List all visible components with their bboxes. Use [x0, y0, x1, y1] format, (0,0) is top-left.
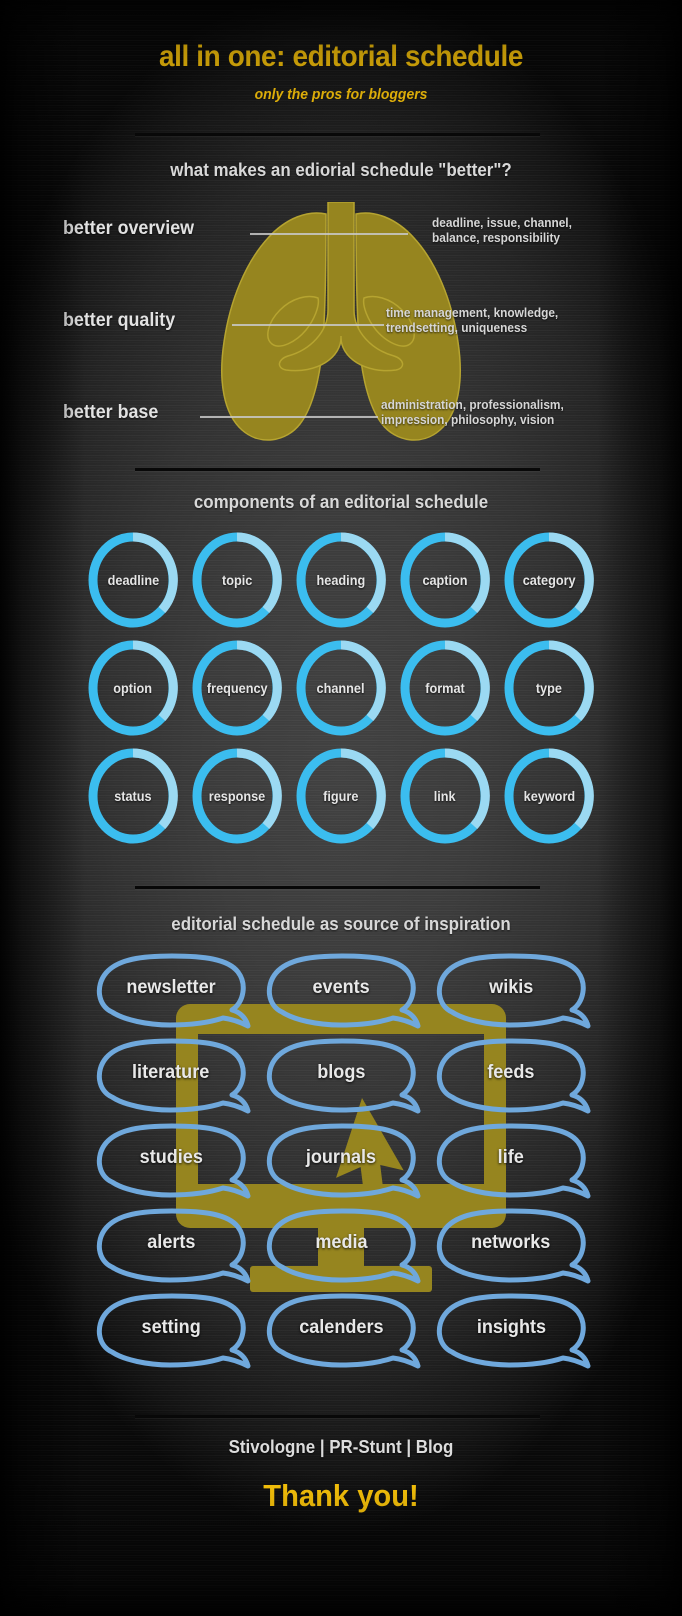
better-row-label-2: better base [63, 402, 159, 423]
ring-label: deadline [107, 572, 159, 588]
component-ring-figure[interactable]: figure [294, 746, 388, 846]
better-row-label-1: better quality [63, 310, 176, 331]
page-subtitle: only the pros for bloggers [254, 86, 428, 103]
ring-label: heading [316, 572, 366, 588]
inspiration-bubble-networks[interactable]: networks [430, 1203, 592, 1288]
section-heading-components: components of an editorial schedule [193, 492, 489, 512]
bubble-row: literature blogs feeds [0, 1033, 682, 1118]
component-ring-topic[interactable]: topic [190, 530, 284, 630]
inspiration-bubble-insights[interactable]: insights [430, 1288, 592, 1373]
component-ring-option[interactable]: option [86, 638, 180, 738]
ring-label: category [522, 572, 576, 588]
divider-footer [135, 1415, 540, 1418]
bubble-label: insights [476, 1316, 546, 1338]
component-ring-status[interactable]: status [86, 746, 180, 846]
inspiration-bubble-life[interactable]: life [430, 1118, 592, 1203]
bubble-row: studies journals life [0, 1118, 682, 1203]
ring-label: format [425, 680, 465, 696]
bubble-label: wikis [488, 976, 534, 998]
components-grid: deadline topic heading caption category [0, 530, 682, 854]
divider-top [135, 133, 540, 136]
ring-row: status response figure link keyword [0, 746, 682, 846]
component-ring-link[interactable]: link [398, 746, 492, 846]
page-title: all in one: editorial schedule [158, 40, 524, 73]
bubble-label: alerts [146, 1231, 196, 1253]
footer-thanks: Thank you! [263, 1478, 419, 1513]
infographic-page: all in one: editorial schedule only the … [0, 0, 682, 1616]
footer-links[interactable]: Stivologne | PR-Stunt | Blog [20, 1437, 661, 1458]
component-ring-frequency[interactable]: frequency [190, 638, 284, 738]
bubble-label: setting [141, 1316, 201, 1338]
lead-line-0 [250, 233, 408, 235]
component-ring-deadline[interactable]: deadline [86, 530, 180, 630]
bubble-label: literature [132, 1061, 210, 1083]
bubble-row: setting calenders insights [0, 1288, 682, 1373]
bubble-label: life [497, 1146, 525, 1168]
bubble-label: journals [305, 1146, 377, 1168]
inspiration-bubble-feeds[interactable]: feeds [430, 1033, 592, 1118]
lead-line-2 [200, 416, 378, 418]
inspiration-section: newsletter events wikis literature blogs… [0, 948, 682, 1388]
ring-label: topic [221, 572, 253, 588]
bubble-grid: newsletter events wikis literature blogs… [0, 948, 682, 1373]
bubble-row: newsletter events wikis [0, 948, 682, 1033]
ring-label: channel [317, 680, 365, 696]
ring-row: deadline topic heading caption category [0, 530, 682, 630]
bubble-label: blogs [316, 1061, 366, 1083]
divider-inspiration [135, 886, 540, 889]
component-ring-heading[interactable]: heading [294, 530, 388, 630]
inspiration-bubble-alerts[interactable]: alerts [90, 1203, 252, 1288]
ring-label: keyword [523, 788, 575, 804]
component-ring-channel[interactable]: channel [294, 638, 388, 738]
better-section: better overview deadline, issue, channel… [0, 196, 682, 458]
inspiration-bubble-media[interactable]: media [260, 1203, 422, 1288]
bubble-label: media [314, 1231, 368, 1253]
inspiration-bubble-newsletter[interactable]: newsletter [90, 948, 252, 1033]
inspiration-bubble-journals[interactable]: journals [260, 1118, 422, 1203]
bubble-label: newsletter [126, 976, 216, 998]
ring-label: caption [422, 572, 468, 588]
lead-line-1 [232, 324, 384, 326]
better-row-detail-1: time management, knowledge, trendsetting… [386, 306, 559, 335]
component-ring-keyword[interactable]: keyword [502, 746, 596, 846]
ring-label: option [113, 680, 153, 696]
divider-components [135, 468, 540, 471]
ring-label: link [434, 788, 456, 804]
inspiration-bubble-calenders[interactable]: calenders [260, 1288, 422, 1373]
better-row-detail-2: administration, professionalism, impress… [381, 398, 564, 427]
inspiration-bubble-literature[interactable]: literature [90, 1033, 252, 1118]
bubble-label: studies [139, 1146, 203, 1168]
component-ring-type[interactable]: type [502, 638, 596, 738]
bubble-label: calenders [298, 1316, 384, 1338]
component-ring-category[interactable]: category [502, 530, 596, 630]
bubble-label: events [312, 976, 370, 998]
section-heading-better: what makes an ediorial schedule "better"… [170, 160, 512, 180]
inspiration-bubble-setting[interactable]: setting [90, 1288, 252, 1373]
component-ring-caption[interactable]: caption [398, 530, 492, 630]
bubble-row: alerts media networks [0, 1203, 682, 1288]
ring-label: status [114, 788, 152, 804]
inspiration-bubble-studies[interactable]: studies [90, 1118, 252, 1203]
component-ring-format[interactable]: format [398, 638, 492, 738]
ring-label: frequency [206, 680, 268, 696]
ring-label: figure [323, 788, 359, 804]
ring-label: type [535, 680, 563, 696]
section-heading-inspiration: editorial schedule as source of inspirat… [171, 914, 511, 934]
bubble-label: networks [471, 1231, 551, 1253]
ring-row: option frequency channel format type [0, 638, 682, 738]
component-ring-response[interactable]: response [190, 746, 284, 846]
inspiration-bubble-events[interactable]: events [260, 948, 422, 1033]
ring-label: response [208, 788, 266, 804]
inspiration-bubble-blogs[interactable]: blogs [260, 1033, 422, 1118]
better-row-label-0: better overview [63, 218, 195, 239]
bubble-label: feeds [487, 1061, 535, 1083]
better-row-detail-0: deadline, issue, channel, balance, respo… [432, 216, 572, 245]
inspiration-bubble-wikis[interactable]: wikis [430, 948, 592, 1033]
